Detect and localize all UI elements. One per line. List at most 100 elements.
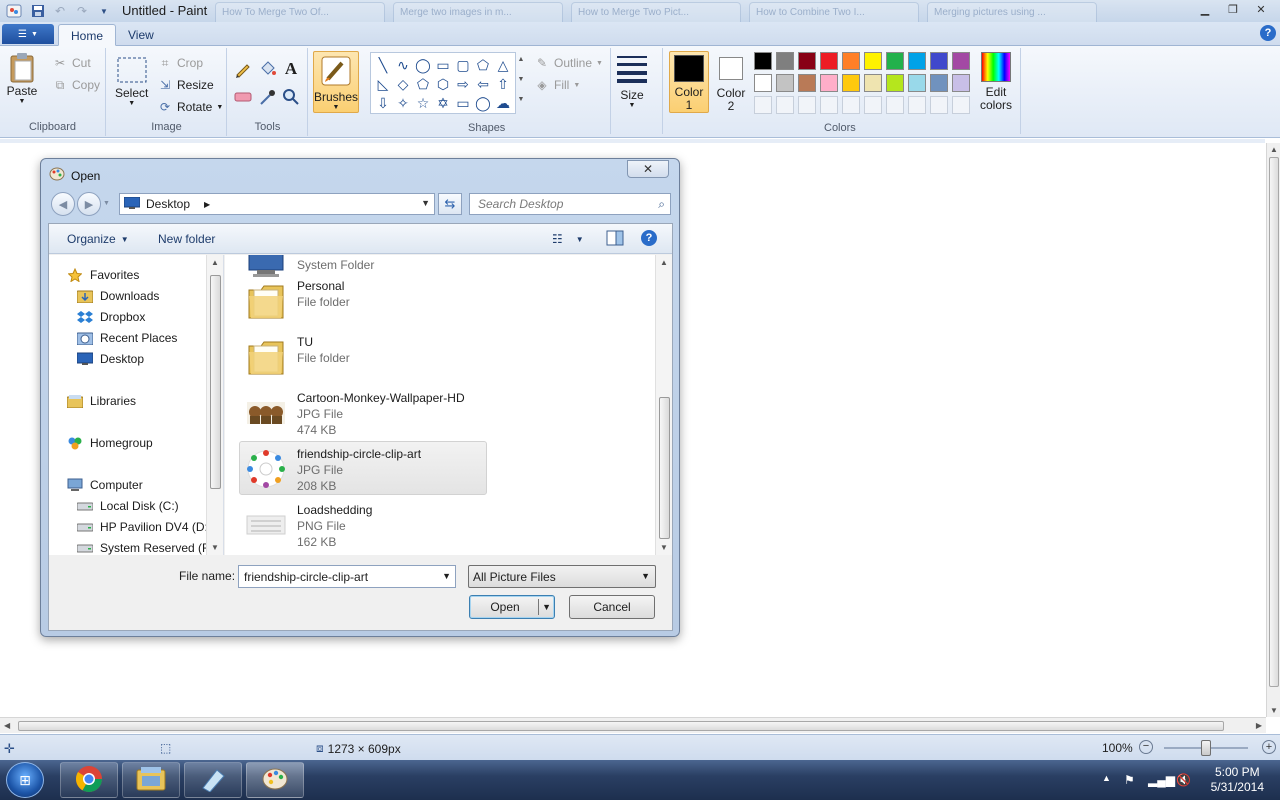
rotate-button[interactable]: ⟳ Rotate ▼: [157, 98, 223, 116]
custom-color-slot[interactable]: [754, 96, 772, 114]
palette-swatch[interactable]: [930, 74, 948, 92]
horizontal-scrollbar[interactable]: ◀ ▶: [0, 717, 1266, 733]
network-signal-icon[interactable]: ▂▄▆: [1148, 773, 1175, 787]
rounded-rectangle-shape-icon[interactable]: ▢: [453, 55, 473, 75]
triangle-shape-icon[interactable]: △: [493, 55, 513, 75]
palette-swatch[interactable]: [776, 74, 794, 92]
maximize-icon[interactable]: ❐: [1220, 1, 1246, 18]
dialog-close-button[interactable]: ✕: [627, 160, 669, 178]
palette-swatch[interactable]: [952, 74, 970, 92]
brushes-button[interactable]: Brushes ▼: [313, 51, 359, 113]
fill-bucket-icon[interactable]: [256, 58, 278, 80]
outline-button[interactable]: ✎ Outline ▼: [534, 54, 603, 72]
search-icon[interactable]: ⌕: [658, 197, 665, 212]
custom-color-slot[interactable]: [908, 96, 926, 114]
help-icon[interactable]: ?: [1260, 25, 1276, 41]
palette-swatch[interactable]: [908, 74, 926, 92]
preview-pane-button[interactable]: [606, 230, 624, 249]
callout-rect-shape-icon[interactable]: ▭: [453, 93, 473, 113]
up-arrow-shape-icon[interactable]: ⇧: [493, 74, 513, 94]
polygon-shape-icon[interactable]: ⬠: [473, 55, 493, 75]
scrollbar-thumb[interactable]: [18, 721, 1224, 731]
palette-swatch[interactable]: [886, 52, 904, 70]
hexagon-shape-icon[interactable]: ⬡: [433, 74, 453, 94]
scroll-up-icon[interactable]: ▲: [660, 258, 668, 267]
address-bar[interactable]: Desktop ▶ ▼: [119, 193, 435, 215]
recent-locations-icon[interactable]: ▼: [103, 200, 110, 216]
close-icon[interactable]: ✕: [1248, 1, 1274, 18]
scroll-down-icon[interactable]: ▼: [1270, 706, 1278, 715]
new-folder-button[interactable]: New folder: [158, 232, 215, 246]
scroll-up-icon[interactable]: ▲: [1270, 145, 1278, 154]
zoom-in-icon[interactable]: +: [1262, 740, 1276, 754]
custom-color-slot[interactable]: [864, 96, 882, 114]
nav-scrollbar[interactable]: ▲ ▼: [206, 255, 223, 555]
custom-color-slot[interactable]: [930, 96, 948, 114]
palette-swatch[interactable]: [842, 74, 860, 92]
scrollbar-thumb[interactable]: [659, 397, 670, 539]
redo-icon[interactable]: ↷: [74, 3, 90, 19]
refresh-button[interactable]: ⇆: [438, 193, 462, 215]
change-view-button[interactable]: ☷ ▼: [552, 232, 584, 246]
action-center-icon[interactable]: ⚑: [1124, 773, 1135, 787]
vertical-scrollbar[interactable]: ▲ ▼: [1266, 143, 1280, 717]
nav-item[interactable]: Desktop: [77, 351, 144, 367]
magnifier-icon[interactable]: [280, 86, 302, 108]
palette-swatch[interactable]: [820, 52, 838, 70]
custom-color-slot[interactable]: [820, 96, 838, 114]
chevron-down-icon[interactable]: ▼: [442, 571, 451, 581]
down-arrow-shape-icon[interactable]: ⇩: [373, 93, 393, 113]
file-list-item[interactable]: Cartoon-Monkey-Wallpaper-HD JPG File 474 K…: [239, 385, 487, 439]
breadcrumb-chevron-icon[interactable]: ▶: [204, 200, 210, 209]
color2-selector[interactable]: Color 2: [711, 51, 751, 113]
custom-color-slot[interactable]: [952, 96, 970, 114]
scroll-up-icon[interactable]: ▲: [211, 258, 219, 267]
scrollbar-thumb[interactable]: [1269, 157, 1279, 687]
chevron-down-icon[interactable]: ▼: [421, 198, 430, 208]
tab-view[interactable]: View: [116, 24, 166, 46]
taskbar-paint[interactable]: [246, 762, 304, 798]
file-name-input[interactable]: friendship-circle-clip-art ▼: [238, 565, 456, 588]
left-arrow-shape-icon[interactable]: ⇦: [473, 74, 493, 94]
file-list-item[interactable]: Personal File folder: [239, 273, 487, 327]
scroll-left-icon[interactable]: ◀: [4, 721, 10, 730]
back-arrow-icon[interactable]: ◀: [51, 192, 75, 216]
volume-muted-icon[interactable]: 🔇: [1176, 773, 1191, 787]
taskbar-explorer[interactable]: [122, 762, 180, 798]
custom-color-slot[interactable]: [776, 96, 794, 114]
palette-swatch[interactable]: [776, 52, 794, 70]
five-point-star-shape-icon[interactable]: ☆: [413, 93, 433, 113]
palette-swatch[interactable]: [820, 74, 838, 92]
text-icon[interactable]: A: [280, 58, 302, 80]
fill-button[interactable]: ◈ Fill ▼: [534, 76, 580, 94]
eraser-icon[interactable]: [232, 86, 254, 108]
start-button[interactable]: ⊞: [6, 762, 44, 798]
palette-swatch[interactable]: [798, 52, 816, 70]
forward-arrow-icon[interactable]: ▶: [77, 192, 101, 216]
paint-menu-button[interactable]: ☰ ▼: [2, 24, 54, 44]
scroll-down-icon[interactable]: ▼: [660, 543, 668, 552]
minimize-icon[interactable]: ▁: [1192, 1, 1218, 18]
copy-button[interactable]: ⧉ Copy: [52, 76, 100, 94]
crop-button[interactable]: ⌗ Crop: [157, 54, 203, 72]
palette-swatch[interactable]: [864, 74, 882, 92]
palette-swatch[interactable]: [754, 74, 772, 92]
file-list-scrollbar[interactable]: ▲ ▼: [655, 255, 672, 555]
diamond-shape-icon[interactable]: ◇: [393, 74, 413, 94]
zoom-out-icon[interactable]: −: [1139, 740, 1153, 754]
nav-item[interactable]: HP Pavilion DV4 (D:): [77, 519, 212, 535]
paste-button[interactable]: Paste ▼: [6, 52, 38, 105]
palette-swatch[interactable]: [952, 52, 970, 70]
scrollbar-thumb[interactable]: [210, 275, 221, 489]
nav-item[interactable]: Downloads: [77, 288, 159, 304]
rectangle-shape-icon[interactable]: ▭: [433, 55, 453, 75]
custom-color-slot[interactable]: [798, 96, 816, 114]
color1-selector[interactable]: Color 1: [669, 51, 709, 113]
palette-swatch[interactable]: [842, 52, 860, 70]
nav-item[interactable]: Homegroup: [67, 435, 153, 451]
right-arrow-shape-icon[interactable]: ⇨: [453, 74, 473, 94]
nav-item[interactable]: Recent Places: [77, 330, 177, 346]
six-point-star-shape-icon[interactable]: ✡: [433, 93, 453, 113]
palette-swatch[interactable]: [754, 52, 772, 70]
organize-button[interactable]: Organize ▼: [67, 232, 129, 246]
